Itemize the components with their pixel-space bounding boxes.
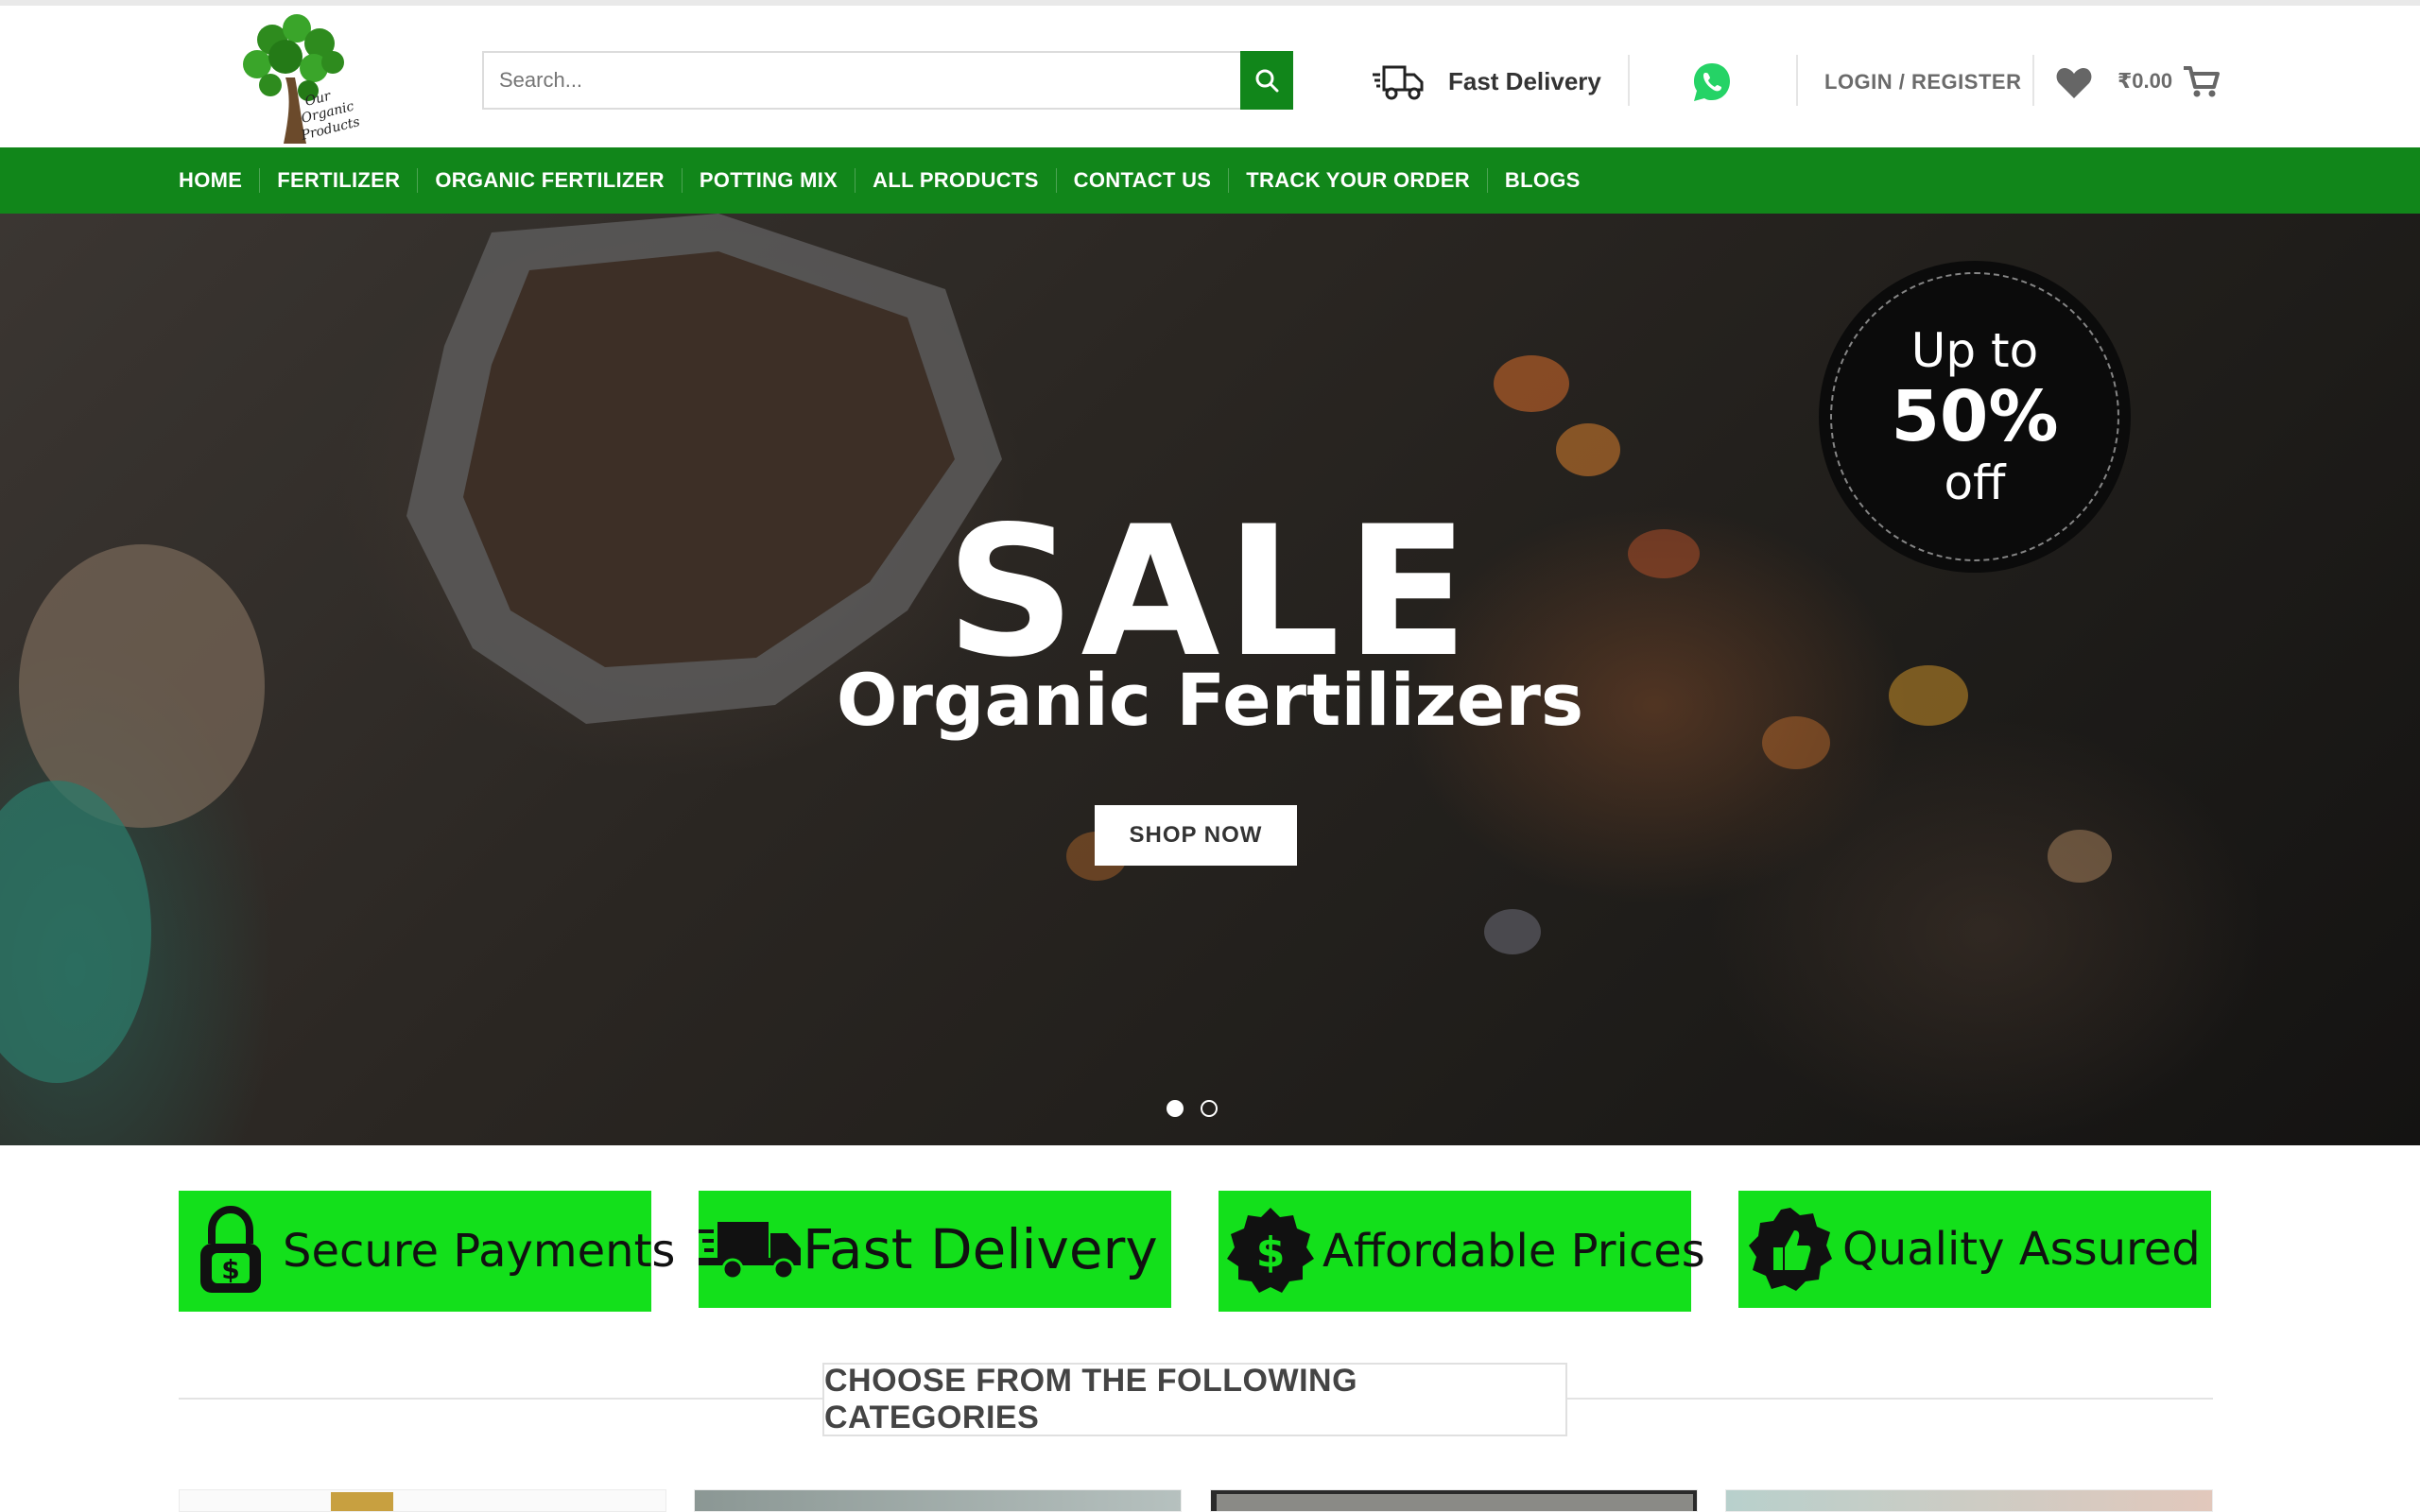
nav-item-fertilizer[interactable]: FERTILIZER <box>259 168 417 193</box>
category-image <box>1726 1490 2212 1511</box>
feature-label: Quality Assured <box>1842 1223 2201 1276</box>
svg-text:$: $ <box>1256 1228 1286 1277</box>
category-card[interactable] <box>1210 1489 1698 1512</box>
site-header: Our Organic Products Fast Delivery <box>0 6 2420 147</box>
padlock-dollar-icon: $ <box>200 1206 261 1293</box>
hero-slider[interactable]: Up to 50% off SALE Organic Fertilizers S… <box>0 214 2420 1145</box>
cart-button[interactable]: ₹0.00 <box>2118 64 2221 98</box>
login-register-link[interactable]: LOGIN / REGISTER <box>1824 70 2021 94</box>
divider <box>2032 55 2034 106</box>
category-card[interactable] <box>694 1489 1182 1512</box>
nav-item-all-products[interactable]: ALL PRODUCTS <box>855 168 1056 193</box>
site-logo[interactable]: Our Organic Products <box>216 11 376 149</box>
categories-heading: CHOOSE FROM THE FOLLOWING CATEGORIES <box>822 1363 1567 1436</box>
search-button[interactable] <box>1240 51 1293 110</box>
search-icon <box>1255 69 1279 93</box>
nav-item-track-order[interactable]: TRACK YOUR ORDER <box>1228 168 1487 193</box>
slider-dot-1[interactable] <box>1167 1100 1184 1117</box>
divider <box>1628 55 1630 106</box>
cart-icon <box>2184 66 2221 97</box>
category-card[interactable] <box>1725 1489 2213 1512</box>
category-image <box>1217 1494 1693 1511</box>
category-image <box>331 1492 393 1511</box>
truck-icon <box>699 1222 801 1280</box>
nav-item-contact-us[interactable]: CONTACT US <box>1055 168 1229 193</box>
shop-now-button[interactable]: SHOP NOW <box>1095 805 1297 866</box>
search-input[interactable] <box>484 53 1242 108</box>
category-image <box>695 1490 1181 1511</box>
svg-text:$: $ <box>221 1254 239 1285</box>
heart-icon <box>2056 68 2092 98</box>
whatsapp-icon <box>1694 63 1730 101</box>
slider-dots <box>1167 1100 1218 1117</box>
fast-delivery-label: Fast Delivery <box>1448 66 1601 95</box>
nav-item-potting-mix[interactable]: POTTING MIX <box>681 168 855 193</box>
tree-logo-icon: Our Organic Products <box>243 14 361 144</box>
category-card[interactable] <box>179 1489 666 1512</box>
badge-line-1: Up to <box>1910 323 2039 378</box>
fast-delivery-info: Fast Delivery <box>1371 55 1601 108</box>
hero-subtitle: Organic Fertilizers <box>836 658 1584 742</box>
feature-label: Affordable Prices <box>1322 1225 1705 1278</box>
feature-quality-assured: Quality Assured <box>1738 1191 2211 1308</box>
search-box <box>482 51 1293 110</box>
truck-icon <box>1373 65 1424 100</box>
wishlist-button[interactable] <box>2055 66 2093 100</box>
feature-label: Fast Delivery <box>803 1217 1158 1281</box>
divider <box>1796 55 1798 106</box>
nav-item-blogs[interactable]: BLOGS <box>1486 168 1598 193</box>
nav-item-organic-fertilizer[interactable]: ORGANIC FERTILIZER <box>417 168 682 193</box>
feature-affordable-prices: $ Affordable Prices <box>1219 1191 1705 1312</box>
feature-fast-delivery: Fast Delivery <box>699 1191 1171 1308</box>
cart-total: ₹0.00 <box>2118 69 2173 93</box>
slider-dot-2[interactable] <box>1201 1100 1218 1117</box>
dollar-badge-icon: $ <box>1227 1208 1314 1293</box>
feature-secure-payments: $ Secure Payments <box>179 1191 675 1312</box>
feature-label: Secure Payments <box>283 1225 676 1278</box>
main-navigation: HOME FERTILIZER ORGANIC FERTILIZER POTTI… <box>0 147 2420 214</box>
whatsapp-link[interactable] <box>1690 60 1734 104</box>
nav-item-home[interactable]: HOME <box>179 168 259 193</box>
thumbs-up-icon <box>1749 1208 1832 1291</box>
badge-percent: 50% <box>1891 376 2059 457</box>
